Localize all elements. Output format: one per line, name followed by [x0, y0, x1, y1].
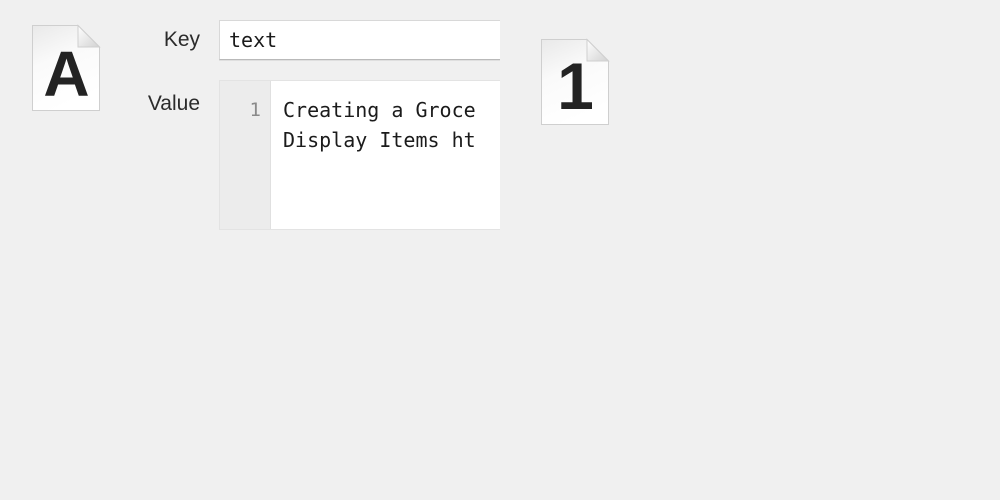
number-file-icon: 1: [540, 38, 610, 126]
key-input-text[interactable]: text: [219, 20, 500, 60]
value-code-editor-text[interactable]: 1 Creating a Groce Display Items ht: [219, 80, 500, 230]
entry-card-text: A Key text Value 1 Creating a Groce Disp…: [0, 0, 500, 250]
entry-card-truncated: Key truncated Value True False: [500, 250, 1000, 500]
code-content[interactable]: Creating a Groce Display Items ht: [271, 81, 500, 229]
entry-card-photo: Null Key photo Value null: [0, 250, 500, 500]
code-line-numbers: 1: [220, 81, 271, 229]
text-file-icon: A: [31, 24, 101, 112]
key-label: Key: [163, 28, 200, 51]
value-label: Value: [147, 92, 200, 115]
entry-card-id: 1 Key id Value 87799460456138750: [500, 0, 1000, 250]
key-value-editor-canvas: A Key text Value 1 Creating a Groce Disp…: [0, 0, 1000, 500]
